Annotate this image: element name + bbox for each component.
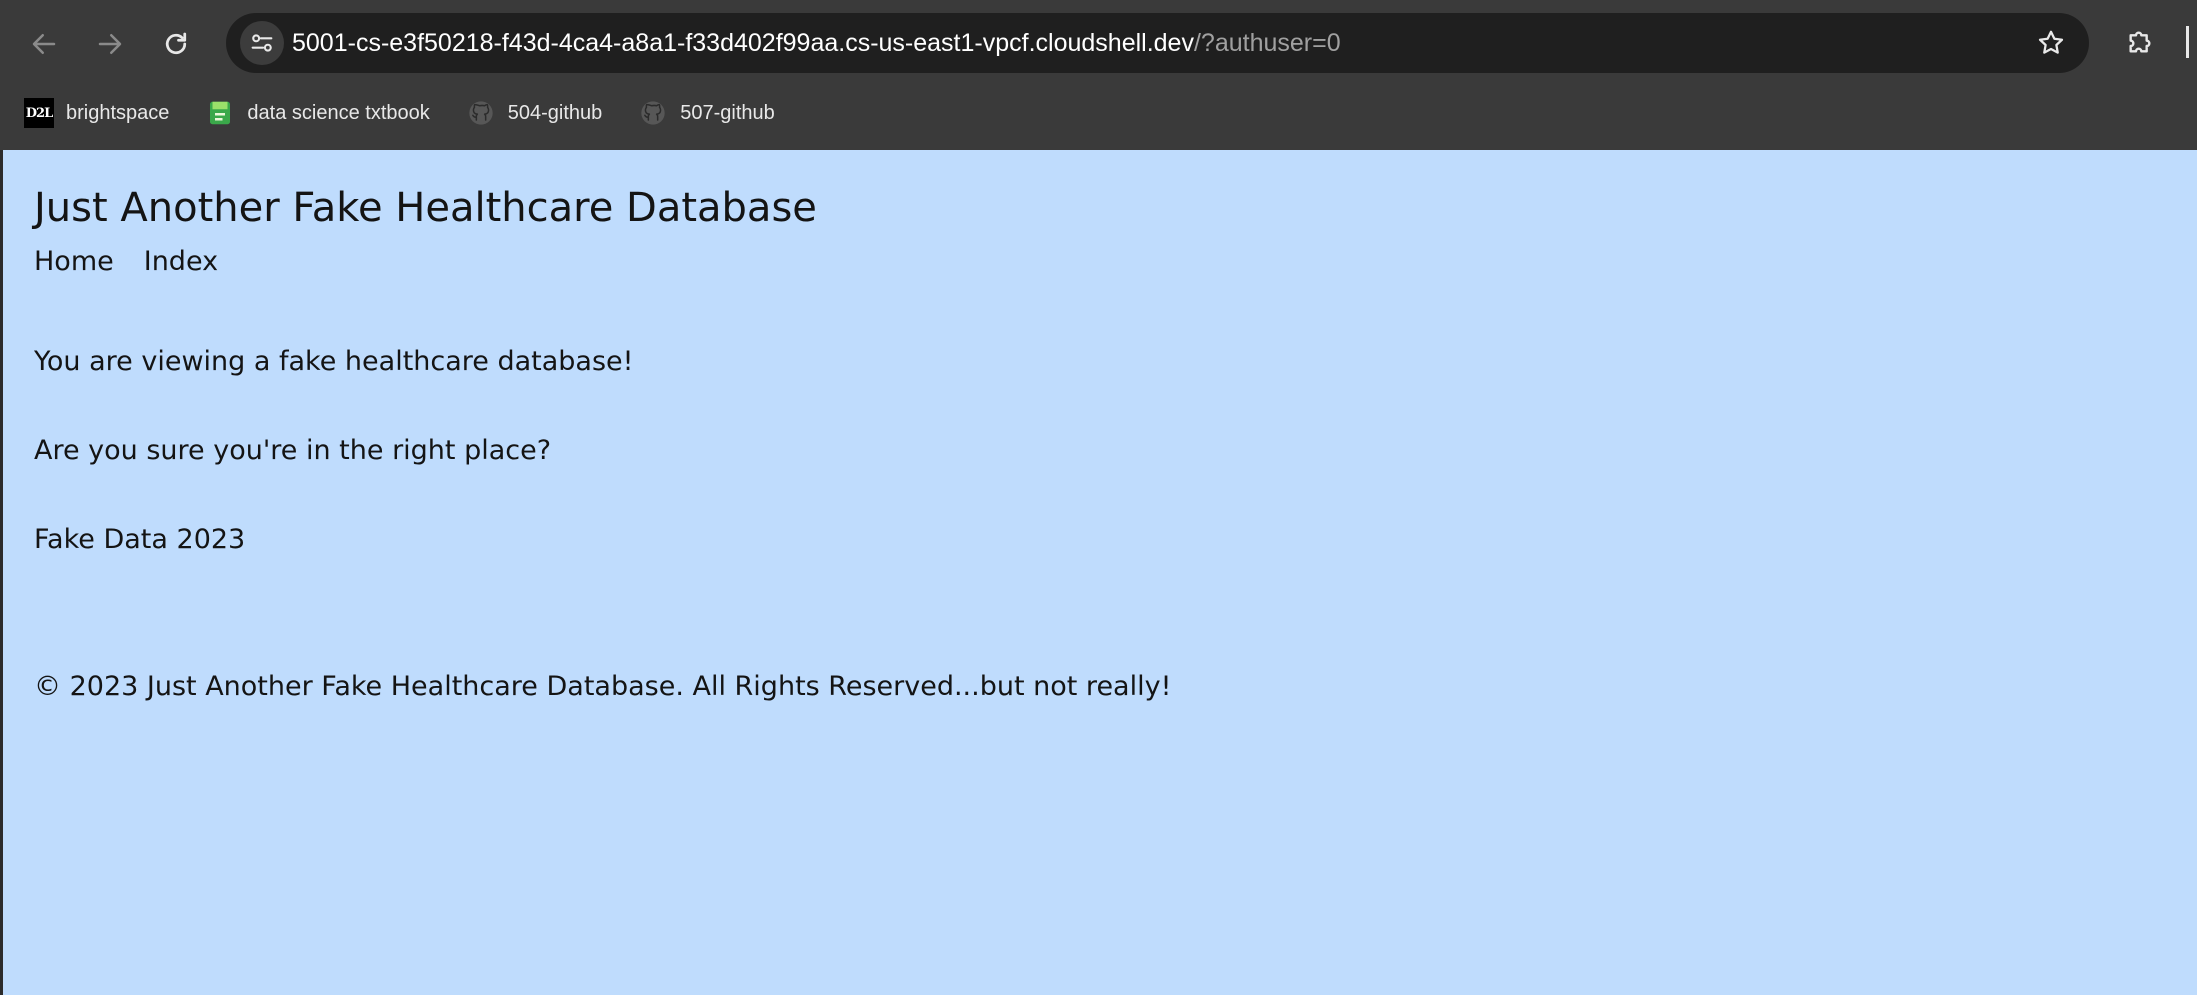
- url-path: /?authuser=0: [1193, 29, 1341, 57]
- browser-toolbar: 5001-cs-e3f50218-f43d-4ca4-a8a1-f33d402f…: [0, 0, 2197, 88]
- address-bar[interactable]: 5001-cs-e3f50218-f43d-4ca4-a8a1-f33d402f…: [226, 13, 2089, 73]
- book-icon: [205, 98, 235, 128]
- bookmark-star-button[interactable]: [2033, 25, 2069, 61]
- site-title: Just Another Fake Healthcare Database: [34, 185, 817, 231]
- bookmark-label: 507-github: [680, 101, 775, 124]
- bookmark-504-github[interactable]: 504-github: [466, 92, 603, 134]
- extensions-button[interactable]: [2118, 20, 2162, 64]
- bookmark-brightspace[interactable]: D2L brightspace: [24, 92, 169, 134]
- footer-copyright: © 2023 Just Another Fake Healthcare Data…: [34, 671, 1172, 702]
- bookmark-label: brightspace: [66, 101, 170, 124]
- bookmark-507-github[interactable]: 507-github: [638, 92, 775, 134]
- url-text[interactable]: 5001-cs-e3f50218-f43d-4ca4-a8a1-f33d402f…: [292, 13, 1341, 73]
- site-info-button[interactable]: [240, 21, 284, 65]
- arrow-left-icon: [32, 34, 56, 54]
- star-icon: [2038, 30, 2064, 54]
- back-button[interactable]: [22, 22, 66, 66]
- arrow-right-icon: [98, 34, 122, 54]
- site-nav: Home Index: [34, 246, 248, 277]
- forward-button[interactable]: [88, 22, 132, 66]
- d2l-logo: D2L: [24, 98, 54, 128]
- reload-button[interactable]: [154, 22, 198, 66]
- bookmark-label: 504-github: [507, 101, 603, 124]
- nav-link-index[interactable]: Index: [144, 246, 218, 277]
- browser-chrome: 5001-cs-e3f50218-f43d-4ca4-a8a1-f33d402f…: [0, 0, 2197, 150]
- intro-text: You are viewing a fake healthcare databa…: [34, 346, 634, 377]
- bookmarks-bar: D2L brightspace data science txtbook 504…: [0, 92, 787, 134]
- github-icon: [638, 98, 668, 128]
- puzzle-icon: [2129, 31, 2151, 53]
- page-content: Just Another Fake Healthcare Database Ho…: [3, 150, 2197, 995]
- nav-link-home[interactable]: Home: [34, 246, 114, 277]
- browser-menu-edge[interactable]: [2186, 26, 2189, 58]
- url-host: 5001-cs-e3f50218-f43d-4ca4-a8a1-f33d402f…: [292, 29, 1194, 57]
- bookmark-label: data science txtbook: [247, 101, 430, 124]
- reload-icon: [165, 32, 187, 55]
- bookmark-data-science-txtbook[interactable]: data science txtbook: [205, 92, 430, 134]
- github-icon: [466, 98, 496, 128]
- question-text: Are you sure you're in the right place?: [34, 435, 552, 466]
- tune-icon: [251, 34, 273, 52]
- data-year-text: Fake Data 2023: [34, 524, 246, 555]
